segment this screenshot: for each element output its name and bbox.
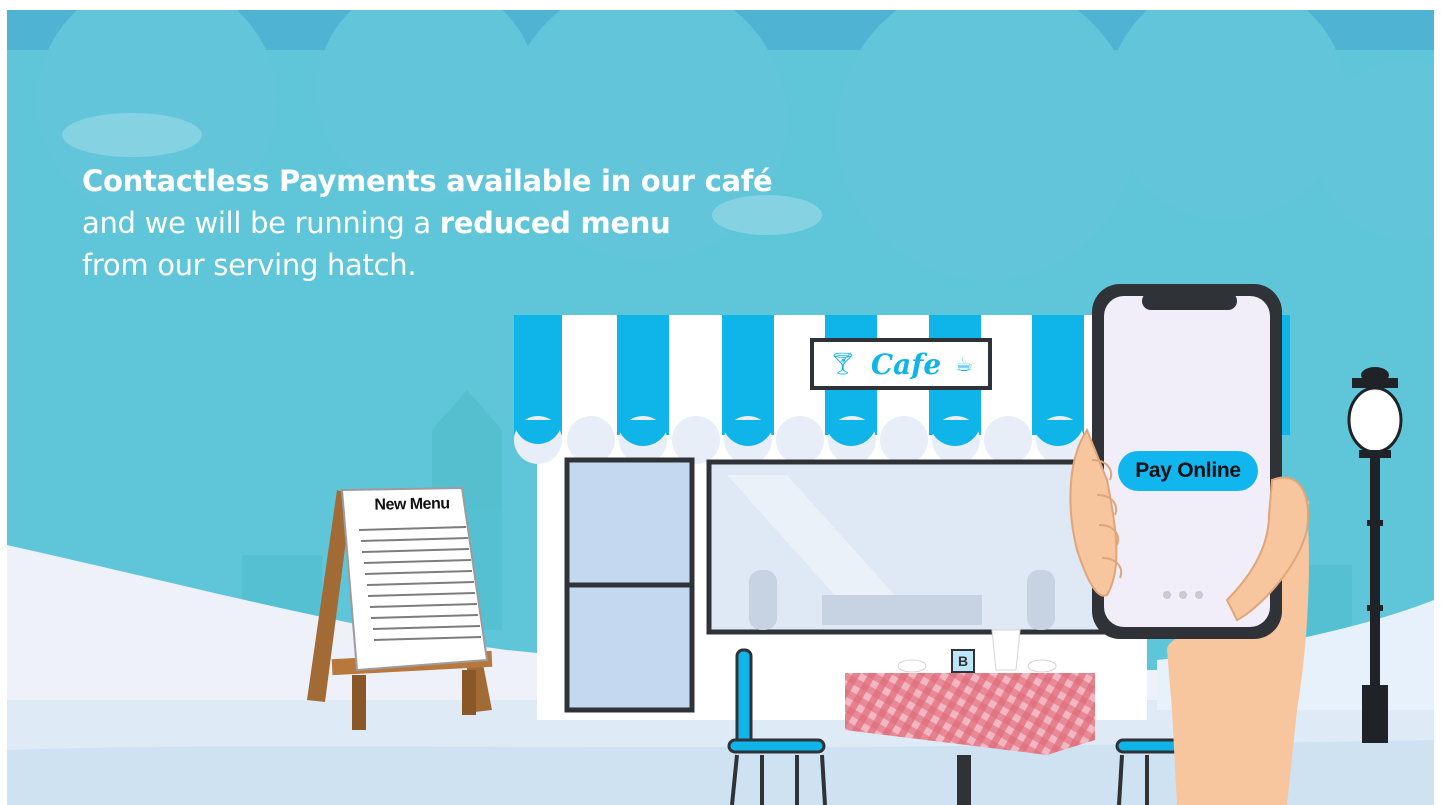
cafe-scene: Contactless Payments available in our ca… bbox=[7, 10, 1434, 805]
headline-line-1: Contactless Payments available in our ca… bbox=[82, 164, 773, 198]
headline-line-3: from our serving hatch. bbox=[82, 248, 417, 282]
headline: Contactless Payments available in our ca… bbox=[82, 160, 773, 286]
headline-reduced-menu: reduced menu bbox=[439, 206, 671, 240]
menu-board-title: New Menu bbox=[374, 495, 450, 514]
cocktail-glass-icon: 🍸︎ bbox=[828, 351, 857, 377]
headline-line-2: and we will be running a reduced menu bbox=[82, 202, 772, 244]
pay-online-label: Pay Online bbox=[1135, 459, 1241, 482]
table-card: B bbox=[957, 653, 969, 669]
cafe-sign-text: Cafe bbox=[870, 347, 942, 381]
cafe-sign: 🍸︎ Cafe ☕︎ bbox=[815, 343, 987, 385]
pay-online-button[interactable]: Pay Online bbox=[1118, 451, 1258, 491]
coffee-cup-icon: ☕︎ bbox=[955, 352, 974, 376]
headline-line-2-prefix: and we will be running a bbox=[82, 206, 440, 240]
